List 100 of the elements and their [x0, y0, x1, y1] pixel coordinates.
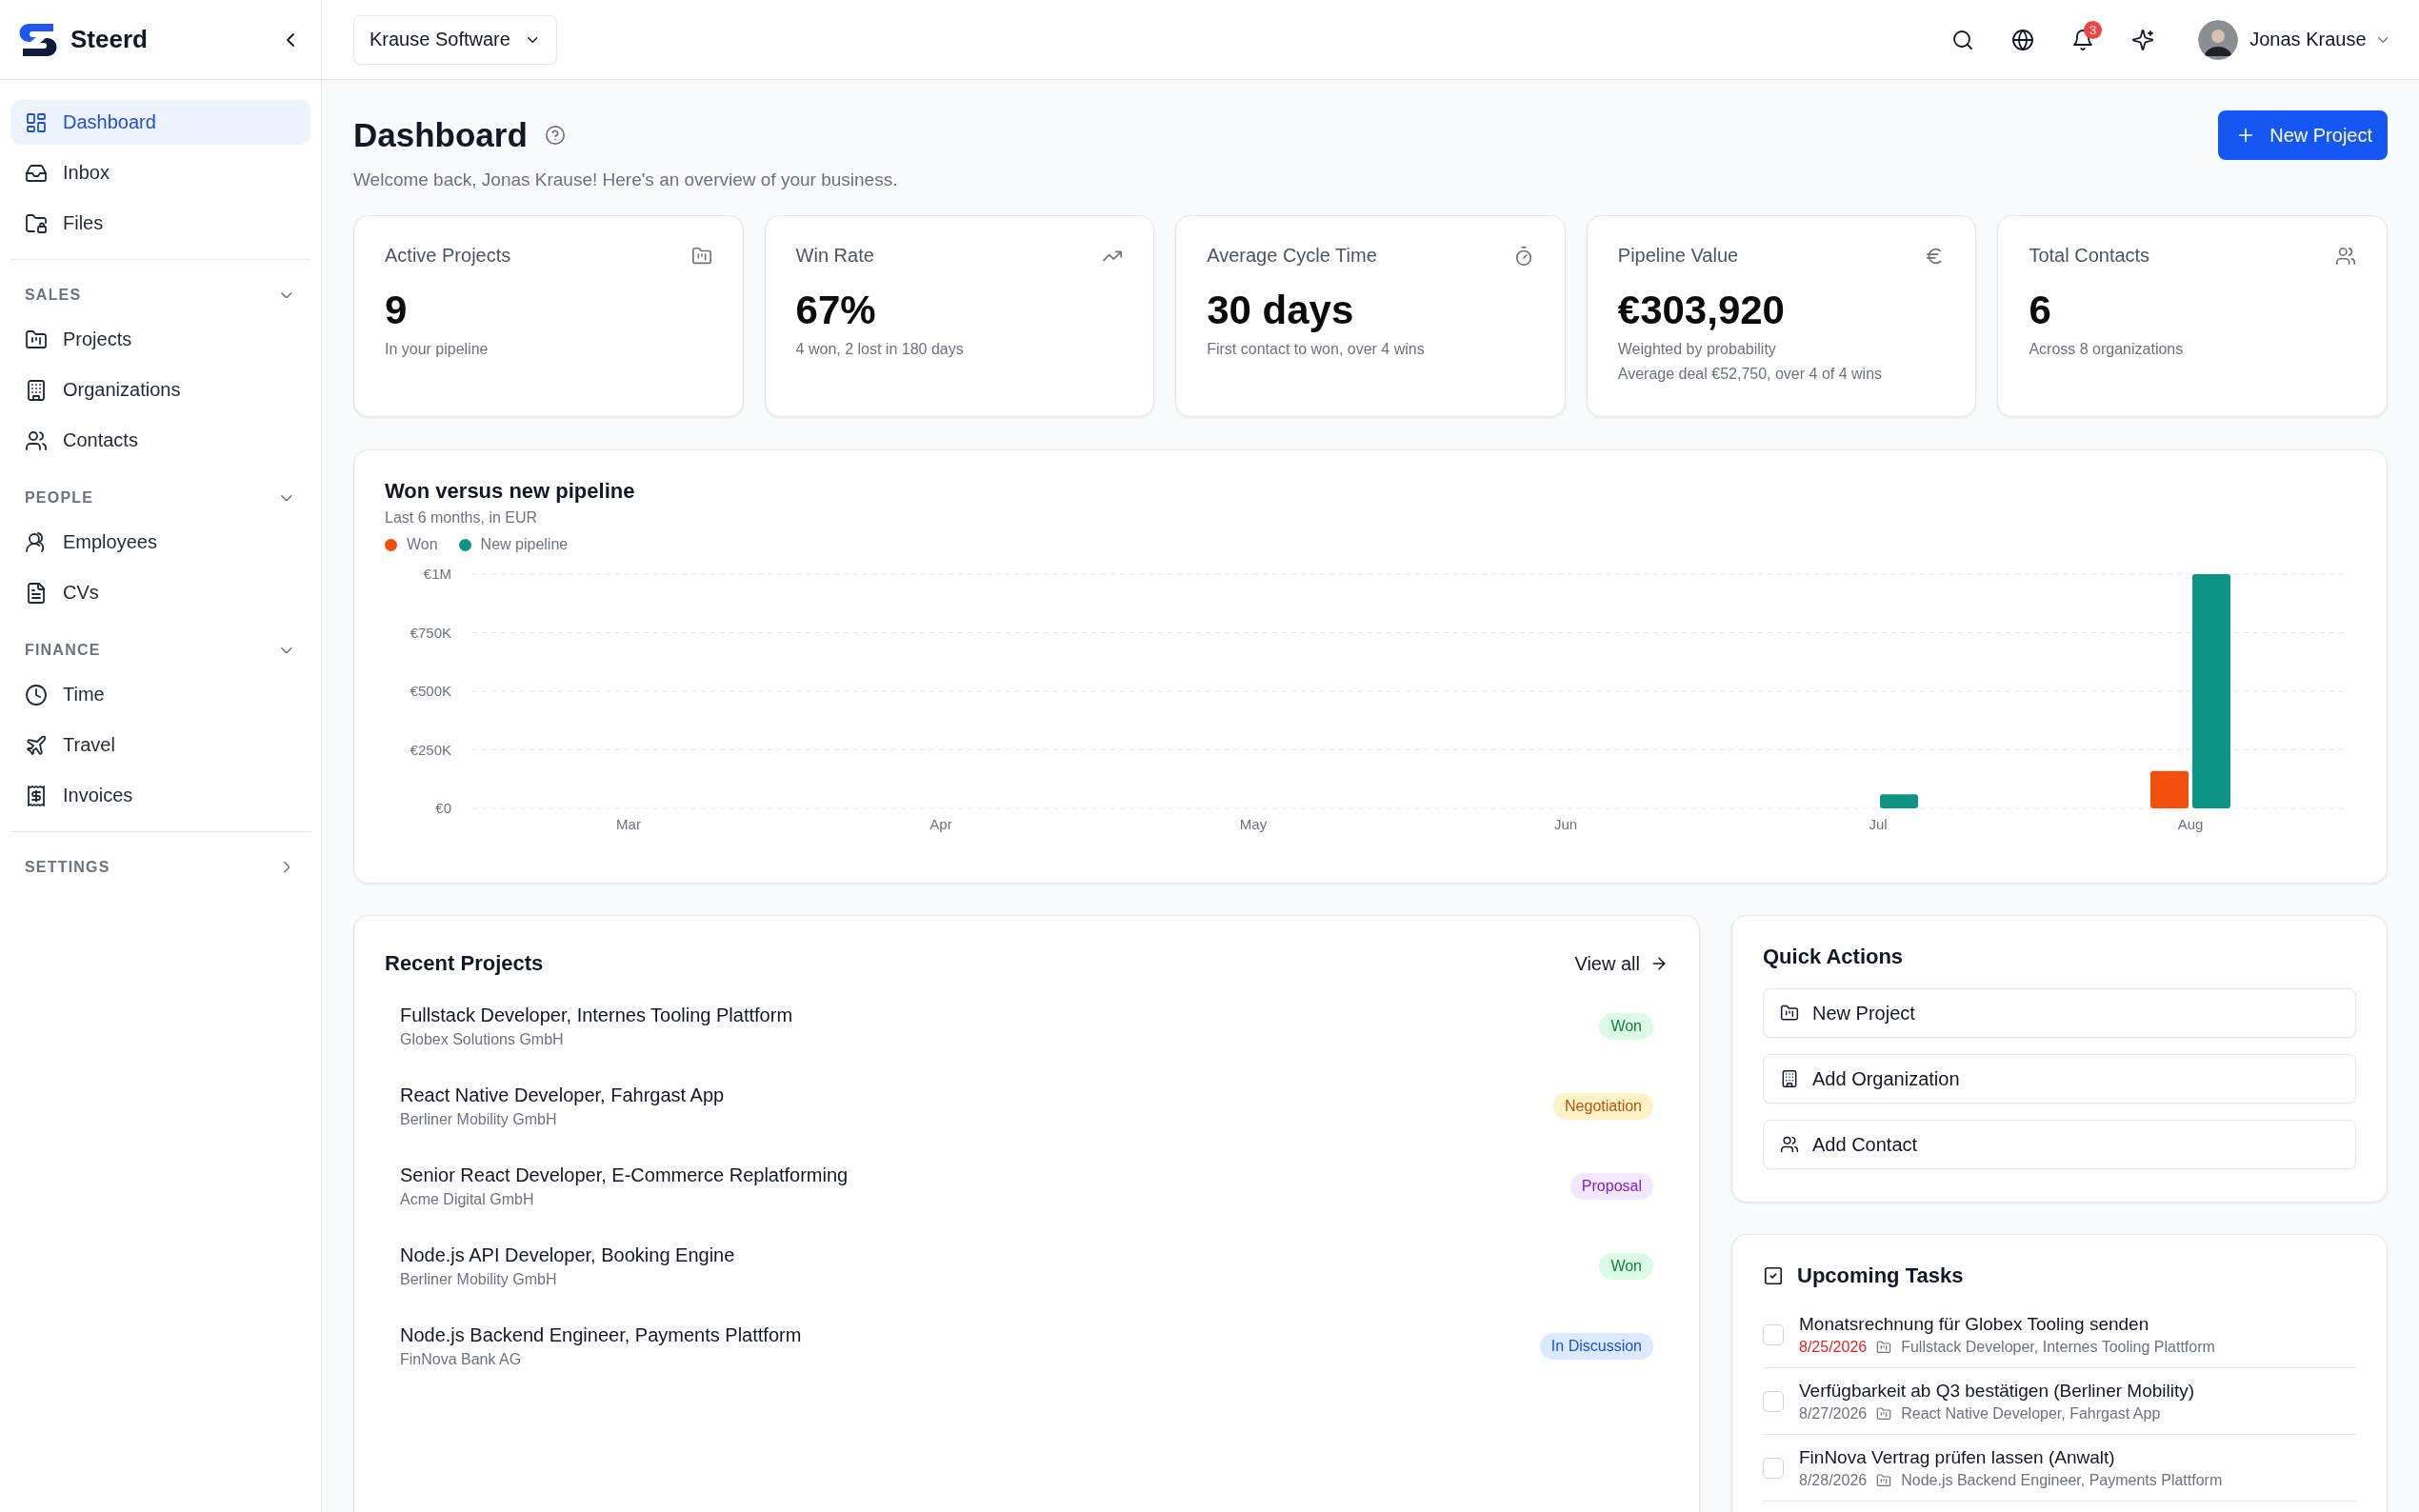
building-icon	[25, 378, 48, 402]
status-badge: Won	[1599, 1253, 1653, 1280]
user-menu[interactable]: Jonas Krause	[2198, 19, 2388, 60]
folder-lock-icon	[25, 211, 48, 235]
stat-note: First contact to won, over 4 wins	[1207, 341, 1426, 358]
project-title: Senior React Developer, E-Commerce Replatforming	[400, 1164, 849, 1186]
stat-label: Active Projects	[385, 245, 511, 267]
chart-subtitle: Last 6 months, in EUR	[385, 509, 539, 527]
project-row[interactable]: Node.js Backend Engineer, Payments Plattform FinNova Bank AG In Discussion	[385, 1306, 1669, 1386]
dashboard-icon	[25, 110, 48, 134]
stat-label: Total Contacts	[2029, 245, 2150, 267]
workspace-dropdown[interactable]: Krause Software	[353, 14, 557, 65]
chevron-icon[interactable]	[281, 494, 292, 502]
folder-icon	[1780, 1004, 1799, 1023]
sidebar-item[interactable]: Dashboard	[10, 100, 310, 145]
plane-icon	[25, 733, 48, 757]
stat-label: Average Cycle Time	[1207, 245, 1377, 267]
notifications-button[interactable]: 3	[2062, 18, 2105, 61]
task-title: Monatsrechnung für Globex Tooling senden	[1799, 1313, 2150, 1335]
page-subtitle: Welcome back, Jonas Krause! Here's an overview of your business.	[353, 169, 899, 190]
task-date: 8/27/2026	[1799, 1404, 1868, 1422]
quick-action-button[interactable]: Add Contact	[1763, 1120, 2356, 1169]
sidebar-item[interactable]: Employees	[10, 520, 310, 565]
project-row[interactable]: Node.js API Developer, Booking Engine Berliner Mobility GmbH Won	[385, 1226, 1669, 1306]
quick-action-button[interactable]: Add Organization	[1763, 1054, 2356, 1104]
project-row[interactable]: Fullstack Developer, Internes Tooling Plattform Globex Solutions GmbH Won	[385, 986, 1669, 1066]
axis-label: Jun	[1553, 816, 1578, 832]
project-row[interactable]: Senior React Developer, E-Commerce Replatforming Acme Digital GmbH Proposal	[385, 1146, 1669, 1226]
project-organization: Acme Digital GmbH	[400, 1191, 535, 1208]
chart-bar	[2150, 770, 2189, 808]
users-icon	[25, 428, 48, 452]
project-title: React Native Developer, Fahrgast App	[400, 1084, 725, 1106]
sidebar-item[interactable]: Contacts	[10, 418, 310, 463]
axis-label: €1M	[423, 566, 451, 582]
task-date: 8/25/2026	[1799, 1338, 1868, 1356]
sidebar-item[interactable]: Organizations	[10, 368, 310, 412]
legend-label: New pipeline	[480, 536, 569, 553]
project-organization: Berliner Mobility GmbH	[400, 1111, 558, 1128]
sidebar-item[interactable]: Travel	[10, 723, 310, 767]
view-all-link[interactable]: View all	[1574, 952, 1669, 975]
stat-value: 6	[2029, 288, 2052, 333]
sidebar-item[interactable]: Invoices	[10, 773, 310, 818]
help-icon[interactable]	[544, 125, 566, 146]
chevron-icon[interactable]	[281, 647, 292, 654]
card-title: Recent Projects	[385, 951, 544, 976]
sidebar-item[interactable]: Time	[10, 672, 310, 717]
status-badge: Won	[1599, 1013, 1653, 1040]
stat-note: 4 won, 2 lost in 180 days	[795, 341, 965, 358]
sidebar-item[interactable]: Inbox	[10, 150, 310, 195]
page-title: Dashboard	[353, 115, 528, 155]
receipt-icon	[25, 784, 48, 807]
card-title: Quick Actions	[1763, 945, 1905, 969]
notification-count: 3	[2084, 20, 2103, 39]
stat-note: Weighted by probability	[1617, 341, 1777, 358]
axis-label: May	[1239, 816, 1268, 832]
axis-label: Apr	[930, 816, 952, 832]
stat-value: 30 days	[1207, 288, 1355, 333]
section-title[interactable]: FINANCE	[25, 642, 101, 659]
axis-label: Jul	[1869, 816, 1888, 832]
quick-action-button[interactable]: New Project	[1763, 988, 2356, 1038]
chart-bar	[1880, 794, 1918, 808]
task-title: Verfügbarkeit ab Q3 bestätigen (Berliner Mobility)	[1799, 1380, 2195, 1402]
section-title[interactable]: SETTINGS	[25, 859, 110, 876]
project-title: Node.js API Developer, Booking Engine	[400, 1244, 735, 1266]
project-organization: Berliner Mobility GmbH	[400, 1271, 558, 1288]
users-icon	[1780, 1135, 1799, 1154]
chevron-down-icon	[2377, 36, 2388, 43]
sidebar-item[interactable]: Projects	[10, 317, 310, 362]
stat-label: Pipeline Value	[1617, 245, 1739, 267]
users-icon	[2335, 245, 2356, 267]
status-badge: Negotiation	[1553, 1093, 1653, 1120]
sidebar-item[interactable]: Files	[10, 201, 310, 246]
axis-label: €250K	[410, 741, 451, 758]
stat-value: 67%	[795, 288, 877, 333]
project-organization: FinNova Bank AG	[400, 1351, 523, 1368]
collapse-icon[interactable]	[287, 32, 294, 47]
chevron-icon[interactable]	[281, 291, 292, 299]
project-organization: Globex Solutions GmbH	[400, 1031, 565, 1048]
folder-icon	[690, 245, 712, 267]
task-title: FinNova Vertrag prüfen lassen (Anwalt)	[1799, 1446, 2116, 1468]
project-title: Node.js Backend Engineer, Payments Plattform	[400, 1324, 802, 1346]
task-project: Fullstack Developer, Internes Tooling Plattform	[1901, 1338, 2215, 1356]
avatar	[2198, 19, 2239, 60]
status-badge: Proposal	[1569, 1173, 1653, 1200]
bell-icon	[2071, 28, 2095, 51]
clock-icon	[25, 683, 48, 706]
sidebar-item[interactable]: CVs	[10, 570, 310, 615]
brand-name: Steerd	[70, 25, 149, 54]
project-row[interactable]: React Native Developer, Fahrgast App Berliner Mobility GmbH Negotiation	[385, 1066, 1669, 1146]
section-title[interactable]: PEOPLE	[25, 489, 94, 507]
new-project-button[interactable]: New Project	[2218, 110, 2388, 160]
sparkles-icon	[2131, 28, 2155, 51]
section-title[interactable]: SALES	[25, 287, 82, 304]
stat-note: In your pipeline	[385, 341, 490, 358]
document-icon	[25, 581, 48, 605]
chevron-icon[interactable]	[283, 862, 290, 873]
stat-value: €303,920	[1617, 288, 1786, 333]
status-badge: In Discussion	[1539, 1333, 1653, 1360]
card-title: Upcoming Tasks	[1797, 1263, 1964, 1288]
chart-title: Won versus new pipeline	[385, 479, 636, 504]
